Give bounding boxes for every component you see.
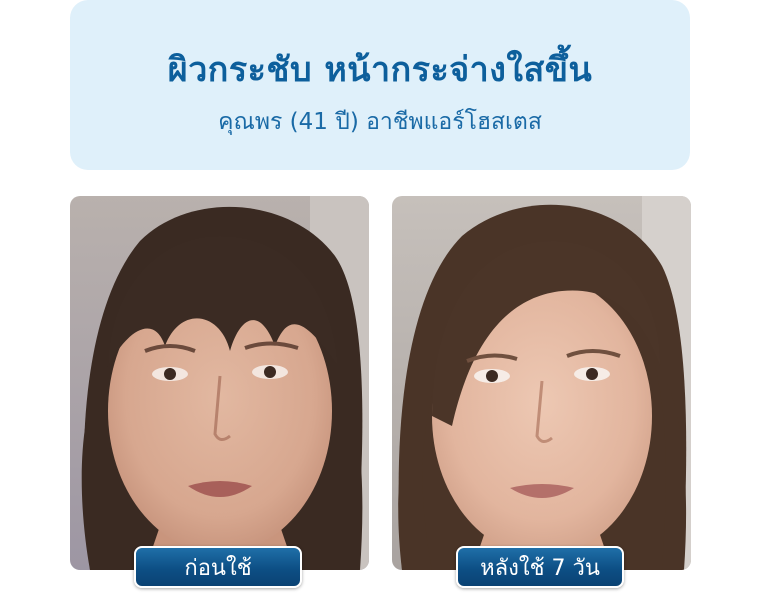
before-label-badge: ก่อนใช้	[134, 546, 302, 588]
face-after-image	[392, 196, 691, 570]
after-label-badge: หลังใช้ 7 วัน	[456, 546, 624, 588]
after-photo	[392, 196, 691, 570]
page-title: ผิวกระชับ หน้ากระจ่างใสขึ้น	[167, 50, 593, 90]
face-before-image	[70, 196, 369, 570]
page-subtitle: คุณพร (41 ปี) อาชีพแอร์โฮสเตส	[218, 109, 542, 135]
before-photo	[70, 196, 369, 570]
header-banner: ผิวกระชับ หน้ากระจ่างใสขึ้น คุณพร (41 ปี…	[70, 0, 690, 170]
